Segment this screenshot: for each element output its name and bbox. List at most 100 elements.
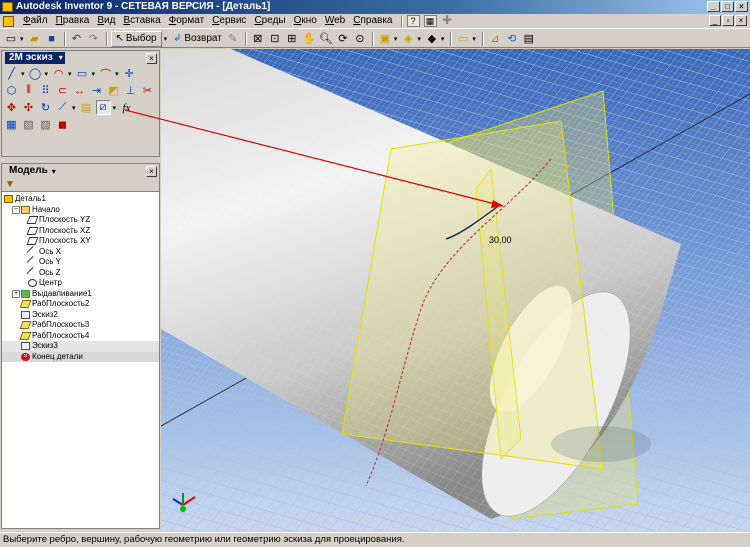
- filter-icon[interactable]: ▼: [2, 178, 159, 192]
- tree-item[interactable]: РабПлоскость2: [2, 299, 159, 310]
- help-what-is-icon[interactable]: ?: [406, 15, 420, 27]
- model-browser-close-button[interactable]: ×: [146, 165, 157, 177]
- tree-item[interactable]: РабПлоскость4: [2, 331, 159, 342]
- tree-item[interactable]: Ось Z: [2, 266, 159, 279]
- shadow-icon[interactable]: ◈: [400, 31, 416, 47]
- line-icon[interactable]: ╱: [4, 66, 19, 81]
- cut-icon[interactable]: ✂: [140, 83, 155, 98]
- return-button[interactable]: ↲ Возврат: [170, 31, 225, 47]
- dimension-label[interactable]: 30,00: [489, 235, 512, 245]
- update-icon[interactable]: ⟲: [504, 31, 520, 47]
- doc-restore-button[interactable]: ▫: [722, 15, 734, 26]
- circle-icon[interactable]: ◯: [28, 66, 43, 81]
- menu-view[interactable]: Вид: [93, 14, 119, 28]
- expand-icon[interactable]: +: [12, 289, 20, 298]
- tree-item[interactable]: РабПлоскость3: [2, 320, 159, 331]
- project-geometry-icon[interactable]: ⧄: [95, 100, 111, 115]
- sketch-pen-icon[interactable]: ✎: [225, 31, 241, 47]
- menu-environments[interactable]: Среды: [250, 14, 289, 28]
- new-dropdown-icon[interactable]: ▾: [20, 35, 24, 43]
- menu-file[interactable]: Файл: [19, 14, 52, 28]
- pan-icon[interactable]: ✋: [301, 31, 317, 47]
- sketch-panel-title[interactable]: 2М эскиз: [5, 52, 57, 64]
- menu-help[interactable]: Справка: [349, 14, 396, 28]
- mirror-icon[interactable]: ⫴: [21, 83, 36, 98]
- tree-item[interactable]: Плоскость XY: [2, 236, 159, 247]
- model-browser-title[interactable]: Модель: [5, 165, 52, 177]
- insert-acad-icon[interactable]: ◼: [55, 117, 70, 132]
- insert-image-icon[interactable]: ▧: [21, 117, 36, 132]
- collapse-icon[interactable]: −: [12, 205, 20, 214]
- help-topics-icon[interactable]: ▦: [423, 15, 437, 27]
- point-icon[interactable]: ✛: [122, 66, 137, 81]
- document-icon[interactable]: [3, 15, 14, 27]
- tree-item[interactable]: Центр: [2, 278, 159, 289]
- tree-item[interactable]: Плоскость XZ: [2, 226, 159, 237]
- tree-item[interactable]: + Выдавливание1: [2, 289, 159, 300]
- fillet-icon[interactable]: ⌒: [98, 66, 113, 81]
- rotate-icon[interactable]: ⟳: [335, 31, 351, 47]
- tree-item[interactable]: Эскиз2: [2, 310, 159, 321]
- zoom-all-icon[interactable]: ⊠: [250, 31, 266, 47]
- tree-item-label: Ось X: [39, 246, 61, 256]
- extend-icon[interactable]: ⇥: [89, 83, 104, 98]
- tree-item[interactable]: Ось X: [2, 245, 159, 258]
- menu-web[interactable]: Web: [321, 14, 349, 28]
- tree-item-label: Конец детали: [32, 351, 83, 361]
- tree-item[interactable]: Плоскость YZ: [2, 215, 159, 226]
- pattern-icon[interactable]: ⠿: [38, 83, 53, 98]
- tree-item[interactable]: Ось Y: [2, 256, 159, 269]
- select-dropdown-icon[interactable]: ▾: [164, 35, 168, 43]
- look-at-icon[interactable]: ⊙: [352, 31, 368, 47]
- menu-edit[interactable]: Правка: [52, 14, 94, 28]
- redo-icon[interactable]: ↷: [86, 31, 102, 47]
- parameters-fx-icon[interactable]: fx: [119, 100, 134, 115]
- rectangle-icon[interactable]: ▭: [75, 66, 90, 81]
- doc-close-button[interactable]: ×: [735, 15, 747, 26]
- show-constraints-icon[interactable]: ▤: [79, 100, 94, 115]
- save-icon[interactable]: ■: [44, 31, 60, 47]
- offset-icon[interactable]: ⊂: [55, 83, 70, 98]
- maximize-button[interactable]: □: [721, 1, 734, 12]
- rotate-sketch-icon[interactable]: ↻: [38, 100, 53, 115]
- model-browser-dropdown-icon[interactable]: ▾: [52, 167, 56, 176]
- color-icon[interactable]: ▭: [455, 31, 471, 47]
- insert-table-icon[interactable]: ▦: [4, 117, 19, 132]
- move-icon[interactable]: ✥: [4, 100, 19, 115]
- plus-icon[interactable]: ✚: [441, 14, 454, 27]
- arc-icon[interactable]: ◠: [51, 66, 66, 81]
- zoom-window-icon[interactable]: ⊡: [267, 31, 283, 47]
- fix-constraint-icon[interactable]: ⟋: [55, 100, 70, 115]
- tree-item[interactable]: Деталь1: [2, 194, 159, 205]
- close-button[interactable]: ×: [735, 1, 748, 12]
- sketch-panel-dropdown-icon[interactable]: ▾: [56, 52, 65, 64]
- sketch-panel-close-button[interactable]: ×: [146, 52, 157, 64]
- new-file-icon[interactable]: ▭: [3, 31, 19, 47]
- tree-item-label: Плоскость YZ: [39, 215, 91, 224]
- analysis-icon[interactable]: ⊿: [487, 31, 503, 47]
- move-arrows-icon[interactable]: ✣: [21, 100, 36, 115]
- camera-icon[interactable]: ◆: [424, 31, 440, 47]
- open-folder-icon[interactable]: ▰: [27, 31, 43, 47]
- dimension-icon[interactable]: ↔: [72, 83, 87, 98]
- tree-item[interactable]: − Начало: [2, 205, 159, 216]
- zoom-icon[interactable]: ⊞: [284, 31, 300, 47]
- minimize-button[interactable]: _: [707, 1, 720, 12]
- menu-insert[interactable]: Вставка: [119, 14, 164, 28]
- menu-tools[interactable]: Сервис: [208, 14, 250, 28]
- graphics-viewport[interactable]: 30,00: [161, 49, 750, 531]
- insert-points-icon[interactable]: ▨: [38, 117, 53, 132]
- undo-icon[interactable]: ↶: [69, 31, 85, 47]
- parameters-icon[interactable]: ▤: [521, 31, 537, 47]
- menu-window[interactable]: Окно: [290, 14, 321, 28]
- polygon-icon[interactable]: ⬡: [4, 83, 19, 98]
- tree-item[interactable]: × Конец детали: [2, 351, 159, 362]
- display-mode-icon[interactable]: ▣: [377, 31, 393, 47]
- tree-item[interactable]: Эскиз3: [2, 341, 159, 352]
- select-button[interactable]: ↖ Выбор: [110, 30, 162, 47]
- zoom-selected-icon[interactable]: 🔍︎: [318, 31, 334, 47]
- doc-minimize-button[interactable]: _: [709, 15, 721, 26]
- constraint-icon[interactable]: ◩: [106, 83, 121, 98]
- menu-format[interactable]: Формат: [165, 14, 209, 28]
- trim-icon[interactable]: ⊥: [123, 83, 138, 98]
